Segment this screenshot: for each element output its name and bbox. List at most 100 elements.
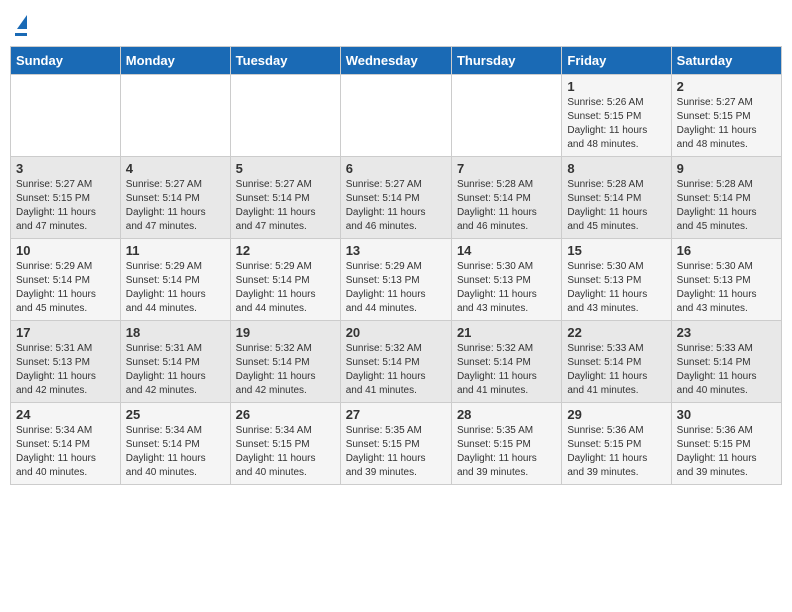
page-header [10,10,782,36]
day-info: Sunrise: 5:27 AMSunset: 5:14 PMDaylight:… [346,178,446,234]
calendar-day-cell: 28 Sunrise: 5:35 AMSunset: 5:15 PMDayligh… [451,403,561,485]
calendar-day-cell: 26 Sunrise: 5:34 AMSunset: 5:15 PMDayligh… [230,403,340,485]
day-number: 7 [457,161,556,176]
day-info: Sunrise: 5:26 AMSunset: 5:15 PMDaylight:… [567,96,665,152]
day-info: Sunrise: 5:27 AMSunset: 5:15 PMDaylight:… [16,178,115,234]
day-number: 15 [567,243,665,258]
day-info: Sunrise: 5:27 AMSunset: 5:14 PMDaylight:… [126,178,225,234]
day-number: 27 [346,407,446,422]
day-number: 12 [236,243,335,258]
calendar-day-cell: 27Sunrise: 5:35 AMSunset: 5:15 PMDayligh… [340,403,451,485]
calendar-day-cell: 30Sunrise: 5:36 AMSunset: 5:15 PMDayligh… [671,403,781,485]
day-number: 16 [677,243,776,258]
day-info: Sunrise: 5:34 AMSunset: 5:14 PMDaylight:… [16,424,115,480]
calendar-day-cell [451,75,561,157]
day-number: 8 [567,161,665,176]
calendar-day-cell: 1Sunrise: 5:26 AMSunset: 5:15 PMDaylight… [562,75,671,157]
calendar-day-cell: 21 Sunrise: 5:32 AMSunset: 5:14 PMDayligh… [451,321,561,403]
day-number: 28 [457,407,556,422]
day-info: Sunrise: 5:31 AMSunset: 5:13 PMDaylight:… [16,342,115,398]
day-number: 3 [16,161,115,176]
day-info: Sunrise: 5:35 AMSunset: 5:15 PMDaylight:… [457,424,556,480]
day-info: Sunrise: 5:34 AMSunset: 5:15 PMDaylight:… [236,424,335,480]
calendar-day-cell: 14 Sunrise: 5:30 AMSunset: 5:13 PMDayligh… [451,239,561,321]
calendar-day-cell: 29Sunrise: 5:36 AMSunset: 5:15 PMDayligh… [562,403,671,485]
calendar-week-row: 3 Sunrise: 5:27 AMSunset: 5:15 PMDaylight… [11,157,782,239]
day-info: Sunrise: 5:33 AMSunset: 5:14 PMDaylight:… [677,342,776,398]
calendar-day-cell: 5 Sunrise: 5:27 AMSunset: 5:14 PMDaylight… [230,157,340,239]
day-number: 17 [16,325,115,340]
calendar-day-cell: 22 Sunrise: 5:33 AMSunset: 5:14 PMDayligh… [562,321,671,403]
calendar-day-cell [340,75,451,157]
day-number: 30 [677,407,776,422]
calendar-week-row: 17 Sunrise: 5:31 AMSunset: 5:13 PMDayligh… [11,321,782,403]
day-info: Sunrise: 5:34 AMSunset: 5:14 PMDaylight:… [126,424,225,480]
calendar-day-cell: 23 Sunrise: 5:33 AMSunset: 5:14 PMDayligh… [671,321,781,403]
day-info: Sunrise: 5:32 AMSunset: 5:14 PMDaylight:… [346,342,446,398]
day-of-week-header: Friday [562,47,671,75]
calendar-day-cell: 16 Sunrise: 5:30 AMSunset: 5:13 PMDayligh… [671,239,781,321]
day-number: 18 [126,325,225,340]
calendar-day-cell [230,75,340,157]
calendar-day-cell: 12 Sunrise: 5:29 AMSunset: 5:14 PMDayligh… [230,239,340,321]
logo-chevron-icon [17,15,27,29]
day-info: Sunrise: 5:29 AMSunset: 5:14 PMDaylight:… [16,260,115,316]
day-number: 22 [567,325,665,340]
day-number: 25 [126,407,225,422]
day-number: 21 [457,325,556,340]
calendar-day-cell: 17 Sunrise: 5:31 AMSunset: 5:13 PMDayligh… [11,321,121,403]
calendar-day-cell: 24 Sunrise: 5:34 AMSunset: 5:14 PMDayligh… [11,403,121,485]
day-info: Sunrise: 5:28 AMSunset: 5:14 PMDaylight:… [567,178,665,234]
calendar-day-cell [11,75,121,157]
day-of-week-header: Wednesday [340,47,451,75]
day-number: 4 [126,161,225,176]
day-number: 2 [677,79,776,94]
day-info: Sunrise: 5:30 AMSunset: 5:13 PMDaylight:… [457,260,556,316]
day-number: 5 [236,161,335,176]
day-number: 13 [346,243,446,258]
day-number: 6 [346,161,446,176]
day-number: 9 [677,161,776,176]
day-of-week-header: Thursday [451,47,561,75]
calendar-day-cell: 11Sunrise: 5:29 AMSunset: 5:14 PMDayligh… [120,239,230,321]
logo [15,15,27,36]
day-number: 24 [16,407,115,422]
calendar-day-cell: 3 Sunrise: 5:27 AMSunset: 5:15 PMDaylight… [11,157,121,239]
calendar-day-cell: 9Sunrise: 5:28 AMSunset: 5:14 PMDaylight… [671,157,781,239]
calendar-table: SundayMondayTuesdayWednesdayThursdayFrid… [10,46,782,485]
calendar-day-cell: 15 Sunrise: 5:30 AMSunset: 5:13 PMDayligh… [562,239,671,321]
day-info: Sunrise: 5:31 AMSunset: 5:14 PMDaylight:… [126,342,225,398]
day-info: Sunrise: 5:27 AMSunset: 5:15 PMDaylight:… [677,96,776,152]
calendar-day-cell: 7Sunrise: 5:28 AMSunset: 5:14 PMDaylight… [451,157,561,239]
calendar-day-cell [120,75,230,157]
day-number: 20 [346,325,446,340]
calendar-week-row: 10 Sunrise: 5:29 AMSunset: 5:14 PMDayligh… [11,239,782,321]
calendar-day-cell: 20 Sunrise: 5:32 AMSunset: 5:14 PMDayligh… [340,321,451,403]
calendar-day-cell: 10 Sunrise: 5:29 AMSunset: 5:14 PMDayligh… [11,239,121,321]
day-info: Sunrise: 5:30 AMSunset: 5:13 PMDaylight:… [567,260,665,316]
logo-underline [15,33,27,36]
calendar-day-cell: 25 Sunrise: 5:34 AMSunset: 5:14 PMDayligh… [120,403,230,485]
day-info: Sunrise: 5:32 AMSunset: 5:14 PMDaylight:… [457,342,556,398]
day-of-week-header: Saturday [671,47,781,75]
day-info: Sunrise: 5:27 AMSunset: 5:14 PMDaylight:… [236,178,335,234]
day-number: 26 [236,407,335,422]
day-info: Sunrise: 5:36 AMSunset: 5:15 PMDaylight:… [567,424,665,480]
calendar-week-row: 24 Sunrise: 5:34 AMSunset: 5:14 PMDayligh… [11,403,782,485]
calendar-day-cell: 8 Sunrise: 5:28 AMSunset: 5:14 PMDaylight… [562,157,671,239]
calendar-day-cell: 6 Sunrise: 5:27 AMSunset: 5:14 PMDaylight… [340,157,451,239]
day-number: 14 [457,243,556,258]
calendar-day-cell: 18 Sunrise: 5:31 AMSunset: 5:14 PMDayligh… [120,321,230,403]
day-info: Sunrise: 5:29 AMSunset: 5:13 PMDaylight:… [346,260,446,316]
day-info: Sunrise: 5:32 AMSunset: 5:14 PMDaylight:… [236,342,335,398]
day-number: 10 [16,243,115,258]
day-info: Sunrise: 5:29 AMSunset: 5:14 PMDaylight:… [236,260,335,316]
calendar-day-cell: 4 Sunrise: 5:27 AMSunset: 5:14 PMDaylight… [120,157,230,239]
day-info: Sunrise: 5:30 AMSunset: 5:13 PMDaylight:… [677,260,776,316]
calendar-day-cell: 2 Sunrise: 5:27 AMSunset: 5:15 PMDaylight… [671,75,781,157]
day-info: Sunrise: 5:33 AMSunset: 5:14 PMDaylight:… [567,342,665,398]
day-of-week-header: Sunday [11,47,121,75]
day-number: 11 [126,243,225,258]
day-number: 23 [677,325,776,340]
calendar-day-cell: 13 Sunrise: 5:29 AMSunset: 5:13 PMDayligh… [340,239,451,321]
